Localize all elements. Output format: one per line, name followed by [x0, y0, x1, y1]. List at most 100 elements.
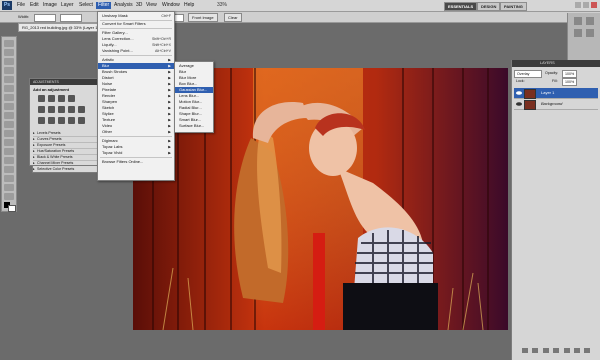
- curves-icon[interactable]: [58, 95, 65, 102]
- path-select-tool-icon[interactable]: [4, 175, 14, 182]
- brightness-contrast-icon[interactable]: [38, 95, 45, 102]
- workspace-design-button[interactable]: DESIGN: [477, 2, 501, 11]
- hue-saturation-icon[interactable]: [48, 106, 55, 113]
- filter-item-topaz-vivid[interactable]: Topaz Vivid ▶: [98, 150, 174, 156]
- workspace-painting-button[interactable]: PAINTING: [500, 2, 527, 11]
- healing-brush-tool-icon[interactable]: [4, 94, 14, 101]
- filter-item-label: Render: [102, 93, 116, 98]
- fill-field[interactable]: 100%: [562, 78, 578, 86]
- preset-selective-color[interactable]: Selective Color Presets: [32, 165, 100, 173]
- marquee-tool-icon[interactable]: [4, 49, 14, 56]
- clear-button[interactable]: Clear: [224, 13, 242, 22]
- filter-item-label: Unsharp Mask: [102, 13, 128, 18]
- layer-style-icon[interactable]: [532, 348, 539, 353]
- layer-name[interactable]: Background: [541, 99, 562, 109]
- filter-item-label: Lens Correction...: [102, 36, 134, 41]
- layer-row[interactable]: Background: [514, 99, 598, 110]
- brush-tool-icon[interactable]: [4, 103, 14, 110]
- menu-select[interactable]: Select: [77, 2, 95, 9]
- workspace-essentials-button[interactable]: ESSENTIALS: [444, 2, 478, 11]
- zoom-level[interactable]: 33%: [215, 2, 229, 9]
- lasso-tool-icon[interactable]: [4, 58, 14, 65]
- posterize-icon[interactable]: [48, 117, 55, 124]
- menu-layer[interactable]: Layer: [59, 2, 76, 9]
- filter-item-convert-smart[interactable]: Convert for Smart Filters: [98, 21, 174, 27]
- black-white-icon[interactable]: [68, 106, 75, 113]
- layers-panel: LAYERS Overlay Opacity: 100% Lock: Fill:…: [511, 60, 600, 360]
- move-tool-icon[interactable]: [4, 40, 14, 47]
- history-brush-tool-icon[interactable]: [4, 121, 14, 128]
- exposure-icon[interactable]: [68, 95, 75, 102]
- menu-separator: [100, 28, 172, 29]
- color-panel-icon[interactable]: [574, 29, 582, 37]
- invert-icon[interactable]: [38, 117, 45, 124]
- filter-item-label: Video: [102, 123, 113, 128]
- type-tool-icon[interactable]: [4, 166, 14, 173]
- history-panel-icon[interactable]: [586, 29, 594, 37]
- blur-submenu: Average Blur Blur More Box Blur... Gauss…: [174, 61, 214, 133]
- layer-row[interactable]: Layer 1: [514, 88, 598, 99]
- filter-item-vanishing-point[interactable]: Vanishing Point... Alt+Ctrl+V: [98, 48, 174, 54]
- pen-tool-icon[interactable]: [4, 157, 14, 164]
- filter-item-label: Distort: [102, 75, 114, 80]
- filter-item-label: Stylize: [102, 111, 114, 116]
- visibility-eye-icon[interactable]: [516, 101, 522, 107]
- menu-analysis[interactable]: Analysis: [112, 2, 135, 9]
- selective-color-icon[interactable]: [78, 117, 85, 124]
- width-field[interactable]: [34, 14, 56, 22]
- visibility-eye-icon[interactable]: [516, 90, 522, 96]
- filter-item-label: Vanishing Point...: [102, 48, 133, 53]
- collapsed-panels-strip: [567, 13, 600, 60]
- eraser-tool-icon[interactable]: [4, 130, 14, 137]
- front-image-button[interactable]: Front Image: [188, 13, 218, 22]
- clone-stamp-tool-icon[interactable]: [4, 112, 14, 119]
- layer-name[interactable]: Layer 1: [541, 88, 554, 98]
- submenu-arrow-icon: ▶: [168, 130, 171, 134]
- menu-window[interactable]: Window: [160, 2, 182, 9]
- styles-panel-icon[interactable]: [586, 17, 594, 25]
- filter-menu: Unsharp Mask Ctrl+F Convert for Smart Fil…: [97, 11, 175, 181]
- menu-filter[interactable]: Filter: [96, 2, 112, 9]
- menu-file[interactable]: File: [15, 2, 27, 9]
- opacity-field[interactable]: 100%: [562, 70, 578, 78]
- photo-filter-icon[interactable]: [78, 106, 85, 113]
- layers-panel-header: LAYERS: [512, 60, 600, 67]
- levels-icon[interactable]: [48, 95, 55, 102]
- gradient-map-icon[interactable]: [68, 117, 75, 124]
- new-group-icon[interactable]: [563, 348, 570, 353]
- background-color-swatch[interactable]: [8, 205, 16, 212]
- eyedropper-tool-icon[interactable]: [4, 85, 14, 92]
- filter-item-other[interactable]: Other ▶: [98, 129, 174, 135]
- hand-tool-icon[interactable]: [4, 193, 14, 200]
- adjustments-title: Add an adjustment: [33, 87, 70, 92]
- threshold-icon[interactable]: [58, 117, 65, 124]
- vibrance-icon[interactable]: [38, 106, 45, 113]
- menu-help[interactable]: Help: [182, 2, 196, 9]
- swatches-panel-icon[interactable]: [574, 17, 582, 25]
- new-layer-icon[interactable]: [573, 348, 580, 353]
- shape-tool-icon[interactable]: [4, 184, 14, 191]
- delete-layer-icon[interactable]: [584, 348, 591, 353]
- filter-item-unsharp-mask[interactable]: Unsharp Mask Ctrl+F: [98, 13, 174, 19]
- quick-select-tool-icon[interactable]: [4, 67, 14, 74]
- adjustment-layer-icon[interactable]: [553, 348, 560, 353]
- dodge-tool-icon[interactable]: [4, 148, 14, 155]
- filter-item-browse-online[interactable]: Browse Filters Online...: [98, 159, 174, 165]
- menu-image[interactable]: Image: [41, 2, 59, 9]
- menu-view[interactable]: View: [144, 2, 159, 9]
- add-mask-icon[interactable]: [542, 348, 549, 353]
- gradient-tool-icon[interactable]: [4, 139, 14, 146]
- window-controls[interactable]: [574, 1, 598, 9]
- blend-mode-select[interactable]: Overlay: [514, 70, 542, 78]
- filter-item-label: Blur: [102, 63, 110, 68]
- menu-3d[interactable]: 3D: [134, 2, 144, 9]
- crop-tool-icon[interactable]: [4, 76, 14, 83]
- adjustments-tab[interactable]: ADJUSTMENTS: [33, 80, 59, 84]
- blur-item-surface[interactable]: Surface Blur...: [175, 123, 213, 129]
- color-balance-icon[interactable]: [58, 106, 65, 113]
- layers-tab[interactable]: LAYERS: [540, 61, 555, 65]
- link-layers-icon[interactable]: [522, 348, 528, 353]
- height-field[interactable]: [60, 14, 82, 22]
- menu-edit[interactable]: Edit: [28, 2, 41, 9]
- opacity-label: Opacity:: [545, 71, 559, 75]
